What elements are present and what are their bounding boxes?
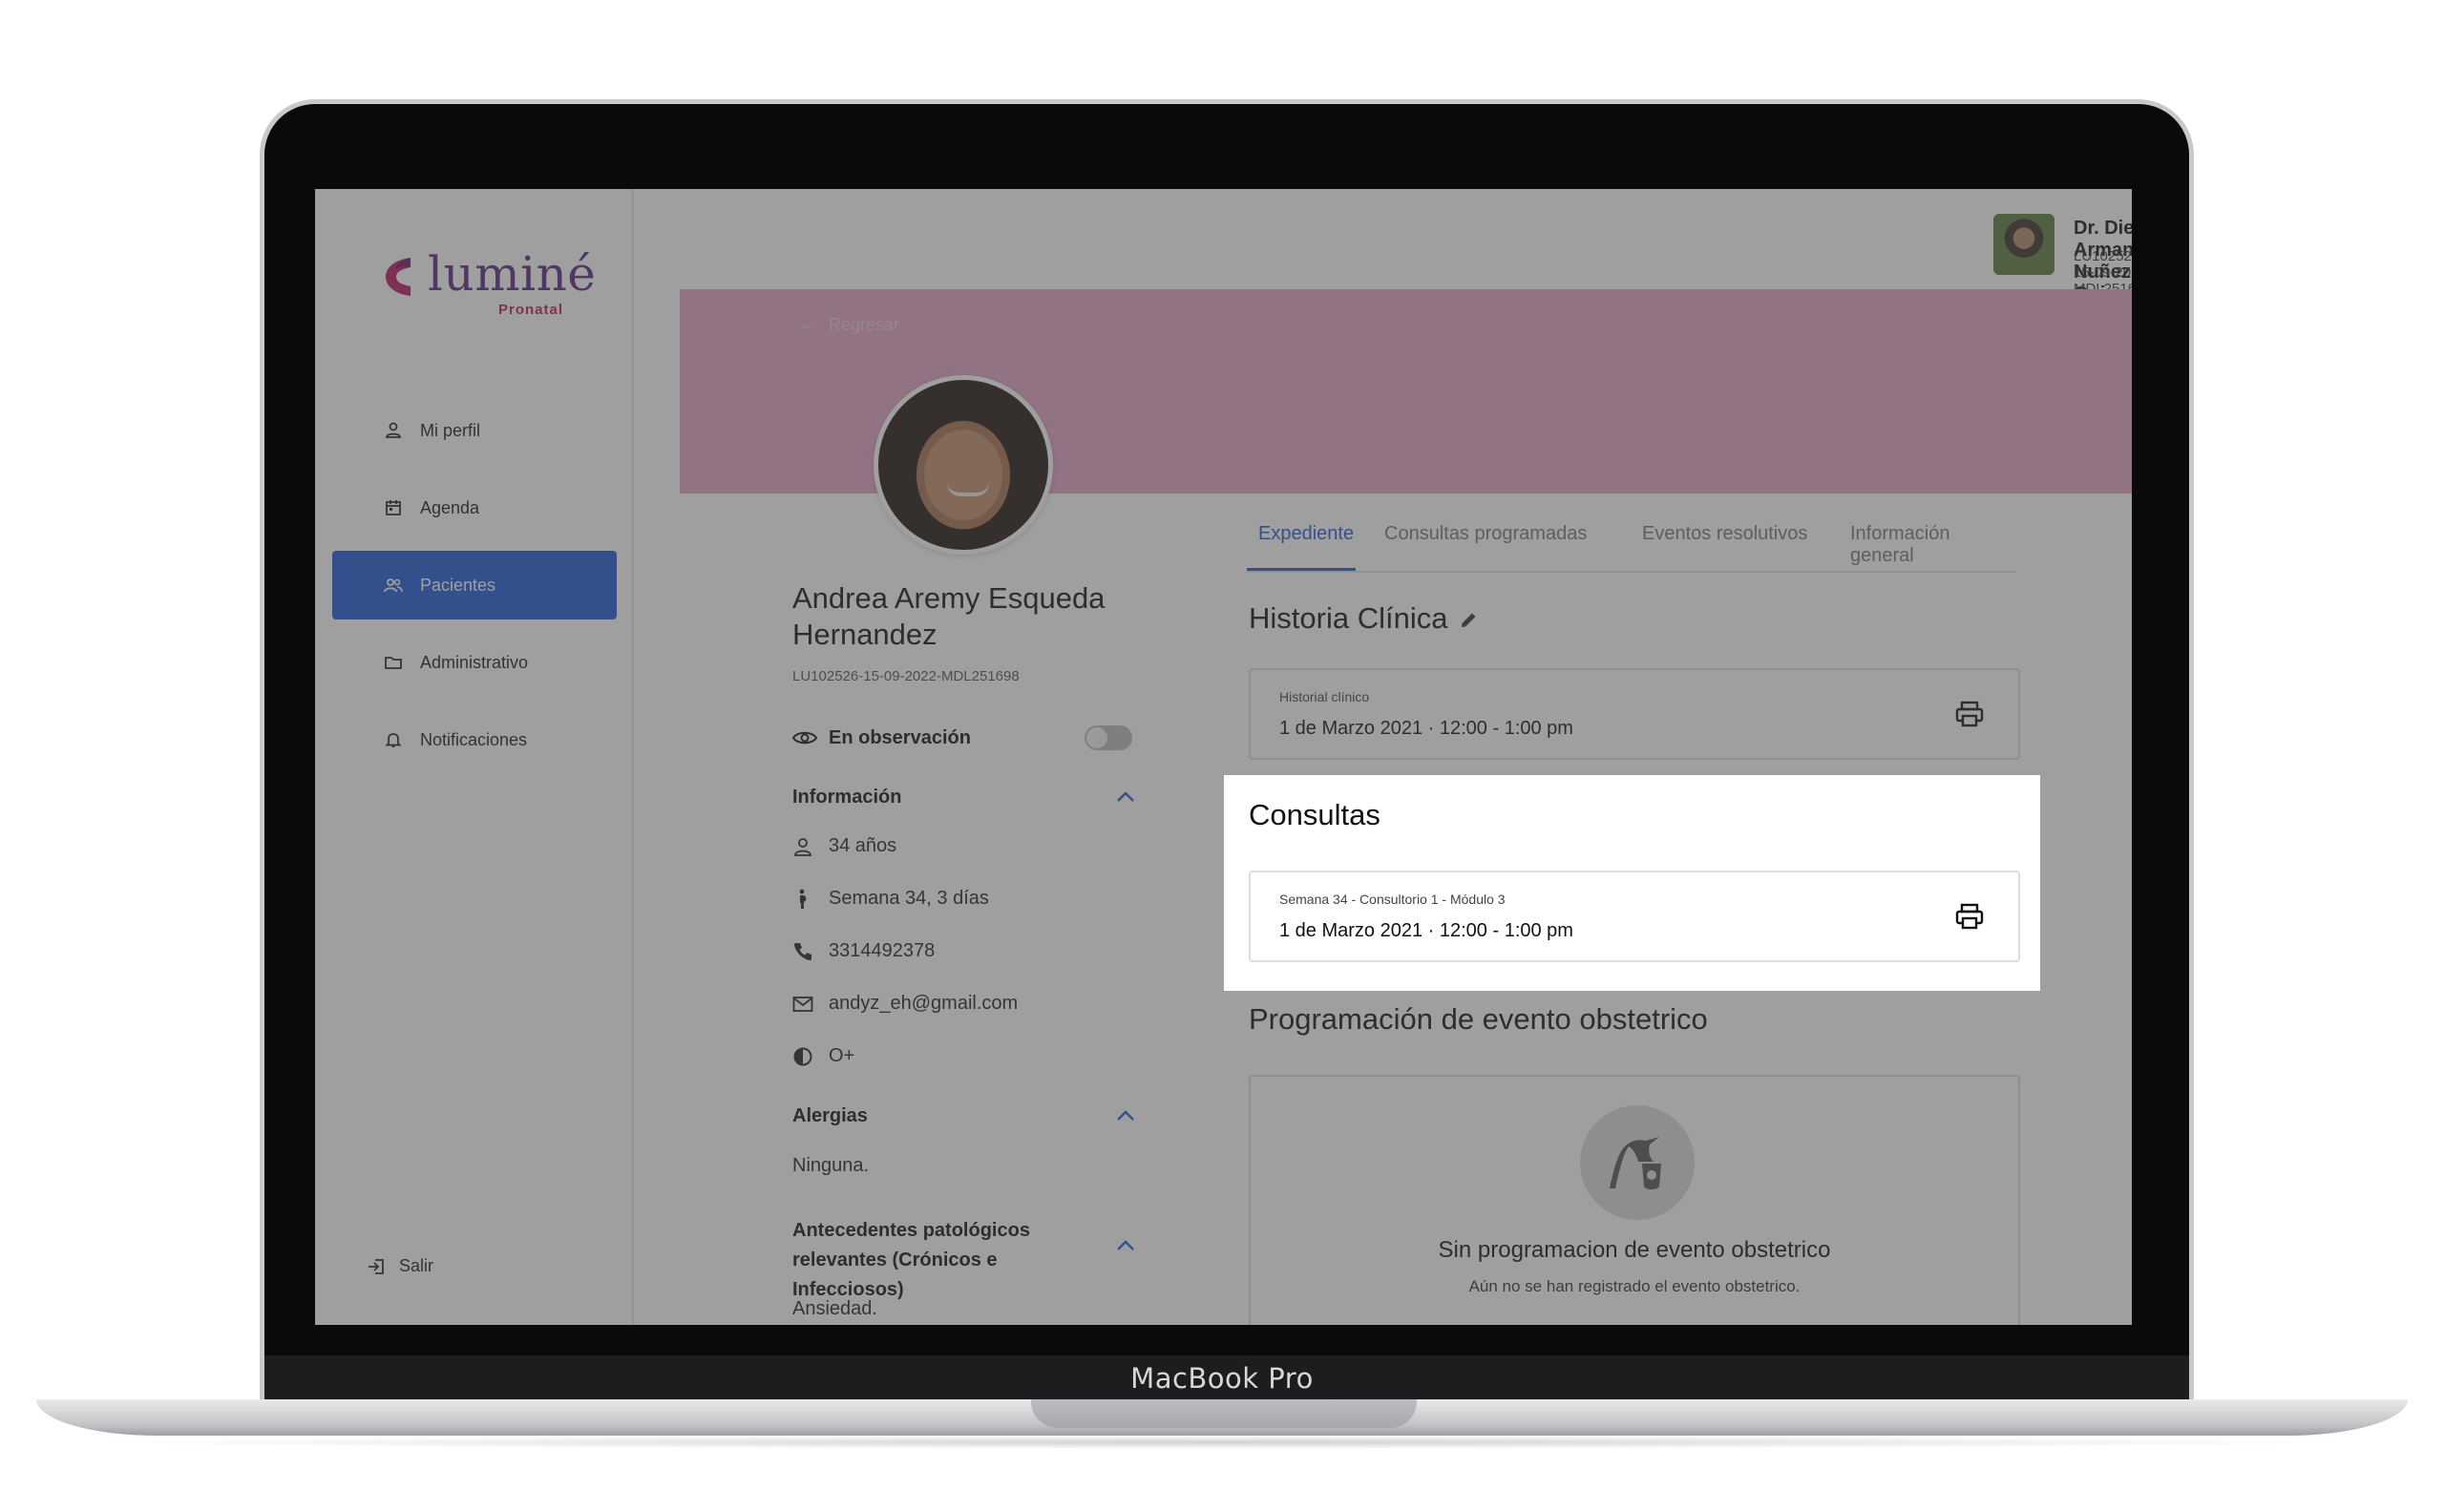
- consulta-card[interactable]: Semana 34 - Consultorio 1 - Módulo 3 1 d…: [1249, 871, 2020, 962]
- sidebar: luminé Pronatal Mi perfil Agenda Pacient…: [315, 189, 634, 1325]
- empty-title: Sin programacion de evento obstetrico: [1438, 1237, 1831, 1263]
- logo-wordmark: luminé: [428, 246, 597, 302]
- logo-subtitle: Pronatal: [498, 302, 564, 318]
- info-phone: 3314492378: [792, 940, 935, 962]
- contrast-icon: [793, 1047, 812, 1065]
- eye-icon: [792, 731, 817, 745]
- consultas-title: Consultas: [1249, 798, 1380, 831]
- tab-informacion-general[interactable]: Información general: [1850, 523, 2016, 571]
- arrow-left-icon: ←: [798, 314, 817, 335]
- sidebar-item-label: Notificaciones: [420, 729, 528, 749]
- info-email: andyz_eh@gmail.com: [792, 993, 1018, 1015]
- bell-icon: [385, 733, 402, 747]
- stork-icon: [1580, 1105, 1695, 1220]
- historia-card[interactable]: Historial clínico 1 de Marzo 2021 · 12:0…: [1249, 668, 2020, 760]
- observation-toggle[interactable]: [1085, 725, 1132, 750]
- consulta-card-label: Semana 34 - Consultorio 1 - Módulo 3: [1279, 892, 1506, 907]
- sidebar-item-notificaciones[interactable]: Notificaciones: [332, 705, 617, 774]
- laptop-shadow: [76, 1436, 2368, 1449]
- consultas-highlight: Consultas Semana 34 - Consultorio 1 - Mó…: [1224, 775, 2040, 991]
- info-pregnancy: Semana 34, 3 días: [792, 888, 989, 910]
- sidebar-item-agenda[interactable]: Agenda: [332, 473, 617, 542]
- mail-icon: [792, 996, 813, 1012]
- info-section-title: Información: [792, 787, 902, 808]
- logo-mark-icon: [386, 258, 411, 296]
- tab-expediente[interactable]: Expediente: [1247, 523, 1356, 571]
- sidebar-item-administrativo[interactable]: Administrativo: [332, 628, 617, 697]
- sidebar-item-label: Pacientes: [420, 575, 496, 595]
- info-age: 34 años: [792, 835, 896, 857]
- logout-icon: [369, 1258, 384, 1274]
- historia-card-label: Historial clínico: [1279, 689, 1370, 704]
- print-icon[interactable]: [1955, 903, 1984, 930]
- tab-eventos-resolutivos[interactable]: Eventos resolutivos: [1642, 523, 1807, 571]
- sidebar-item-pacientes[interactable]: Pacientes: [332, 551, 617, 620]
- app-logo[interactable]: luminé Pronatal: [382, 246, 596, 319]
- person-icon: [794, 837, 811, 856]
- history-text: Ansiedad.: [792, 1298, 877, 1319]
- patients-icon: [384, 578, 403, 593]
- programacion-empty-card: Sin programacion de evento obstetrico Aú…: [1249, 1075, 2020, 1325]
- top-header: Dr. Diego Armando Nuñez Quiroz LU102526-…: [634, 189, 2132, 304]
- sidebar-item-label: Administrativo: [420, 652, 529, 672]
- user-icon: [386, 422, 401, 438]
- phone-icon: [793, 942, 811, 960]
- chevron-up-icon[interactable]: [1115, 1109, 1136, 1123]
- historia-card-value: 1 de Marzo 2021 · 12:00 - 1:00 pm: [1279, 718, 1573, 739]
- logout-label: Salir: [399, 1256, 434, 1275]
- chevron-up-icon[interactable]: [1115, 790, 1136, 804]
- programacion-title: Programación de evento obstetrico: [1249, 1002, 1708, 1036]
- sidebar-item-label: Agenda: [420, 497, 480, 517]
- info-blood-type: O+: [792, 1045, 854, 1067]
- calendar-icon: [386, 500, 401, 515]
- allergies-section-title: Alergias: [792, 1105, 868, 1126]
- patient-name: Andrea Aremy Esqueda Hernandez: [792, 581, 1106, 651]
- empty-subtitle: Aún no se han registrado el evento obste…: [1468, 1277, 1801, 1295]
- patient-photo: [874, 375, 1053, 555]
- chevron-up-icon[interactable]: [1115, 1239, 1136, 1252]
- app-screen: luminé Pronatal Mi perfil Agenda Pacient…: [315, 189, 2132, 1325]
- history-section-title: Antecedentes patológicos relevantes (Cró…: [792, 1220, 1030, 1300]
- logout-button[interactable]: Salir: [367, 1256, 433, 1276]
- record-tabs: Expediente Consultas programadas Eventos…: [1247, 514, 2016, 573]
- folder-icon: [385, 657, 402, 669]
- sidebar-item-mi-perfil[interactable]: Mi perfil: [332, 396, 617, 465]
- user-avatar[interactable]: [1993, 214, 2054, 275]
- print-icon[interactable]: [1955, 701, 1984, 727]
- pregnant-icon: [799, 889, 807, 909]
- tab-consultas-programadas[interactable]: Consultas programadas: [1384, 523, 1587, 571]
- allergies-text: Ninguna.: [792, 1155, 870, 1176]
- back-link[interactable]: ← Regresar: [798, 314, 899, 336]
- consulta-card-value: 1 de Marzo 2021 · 12:00 - 1:00 pm: [1279, 920, 1573, 941]
- patient-id: LU102526-15-09-2022-MDL251698: [792, 668, 1020, 684]
- historia-title: Historia Clínica: [1249, 601, 1448, 635]
- laptop-notch: [1031, 1399, 1417, 1428]
- sidebar-item-label: Mi perfil: [420, 420, 481, 440]
- device-brand-label: MacBook Pro: [1130, 1362, 1314, 1395]
- observation-label: En observación: [829, 726, 971, 748]
- back-label: Regresar: [829, 315, 900, 334]
- pencil-icon[interactable]: [1459, 609, 1480, 630]
